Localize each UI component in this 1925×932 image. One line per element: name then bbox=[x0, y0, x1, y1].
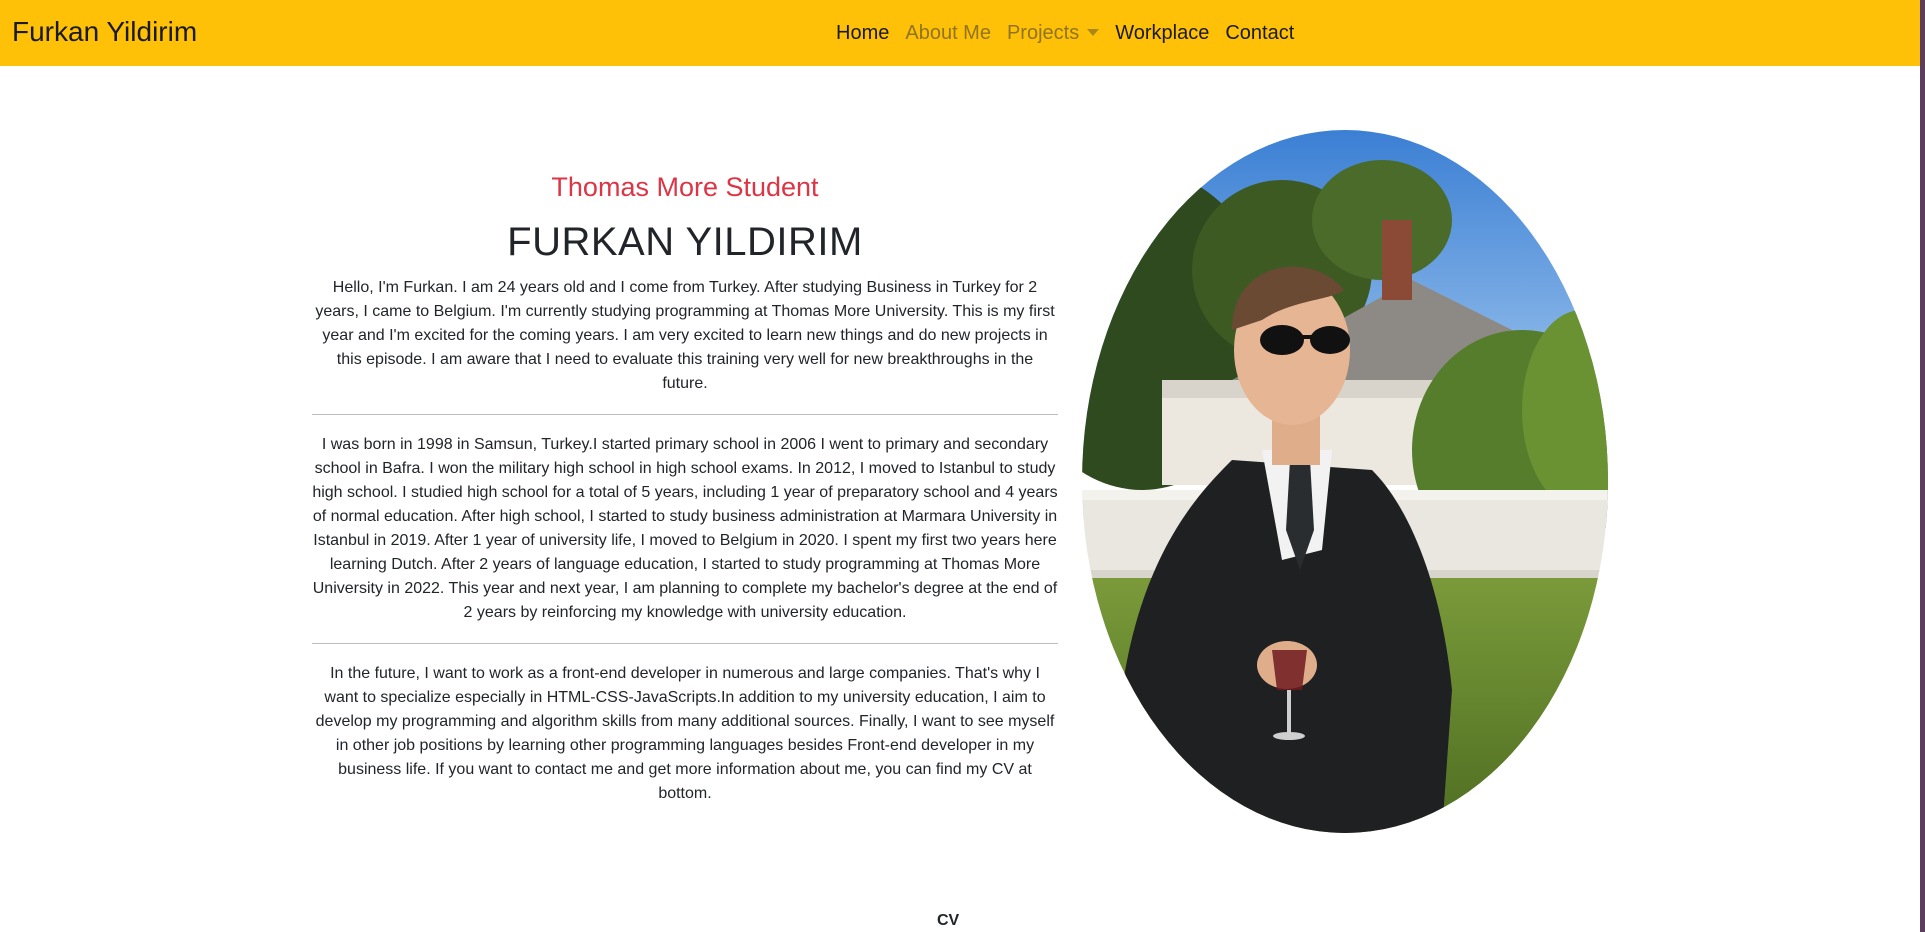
window-edge bbox=[1920, 0, 1925, 932]
biography-paragraph: I was born in 1998 in Samsun, Turkey.I s… bbox=[312, 436, 1058, 621]
nav-projects-dropdown[interactable]: Projects bbox=[999, 18, 1107, 48]
about-text-column: Thomas More Student FURKAN YILDIRIM Hell… bbox=[312, 168, 1058, 806]
profile-photo bbox=[1082, 130, 1608, 833]
subtitle: Thomas More Student bbox=[551, 172, 819, 202]
nav-home-link[interactable]: Home bbox=[828, 18, 897, 48]
divider bbox=[312, 414, 1058, 415]
future-paragraph: In the future, I want to work as a front… bbox=[315, 665, 1055, 802]
cv-heading: CV bbox=[937, 912, 960, 929]
intro-paragraph: Hello, I'm Furkan. I am 24 years old and… bbox=[315, 279, 1055, 392]
brand-link[interactable]: Furkan Yildirim bbox=[12, 15, 197, 49]
nav-about-link[interactable]: About Me bbox=[897, 18, 999, 48]
navbar: Furkan Yildirim Home About Me Projects W… bbox=[0, 0, 1920, 66]
chevron-down-icon bbox=[1087, 29, 1100, 36]
nav-projects-label: Projects bbox=[1006, 22, 1080, 44]
page-title: FURKAN YILDIRIM bbox=[507, 220, 863, 264]
nav-contact-link[interactable]: Contact bbox=[1217, 18, 1302, 48]
nav-workplace-link[interactable]: Workplace bbox=[1107, 18, 1217, 48]
page: Furkan Yildirim Home About Me Projects W… bbox=[0, 0, 1925, 932]
divider bbox=[312, 643, 1058, 644]
nav-links: Home About Me Projects Workplace Contact bbox=[828, 18, 1302, 48]
